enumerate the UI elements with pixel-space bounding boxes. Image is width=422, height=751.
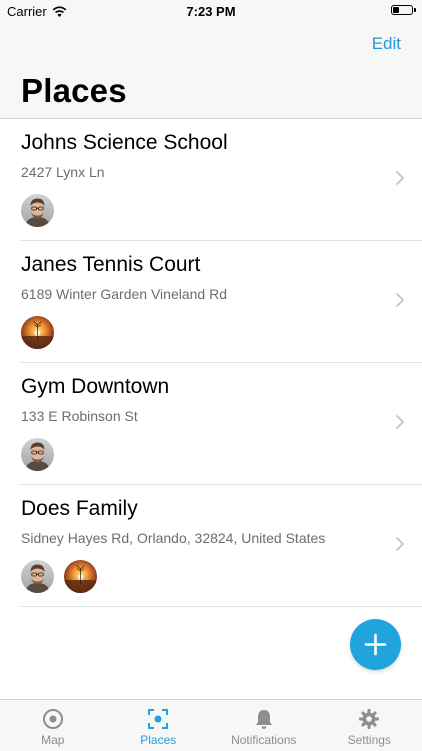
tab-map[interactable]: Map xyxy=(0,700,106,751)
status-bar: Carrier 7:23 PM xyxy=(0,0,422,22)
chevron-right-icon xyxy=(396,293,404,307)
place-name: Does Family xyxy=(21,497,138,521)
member-avatars xyxy=(21,438,54,471)
add-place-button[interactable] xyxy=(350,619,401,670)
member-avatars xyxy=(21,560,97,593)
place-row[interactable]: Does Family Sidney Hayes Rd, Orlando, 32… xyxy=(20,485,422,607)
chevron-right-icon xyxy=(396,537,404,551)
status-time: 7:23 PM xyxy=(0,4,422,19)
map-target-icon xyxy=(42,708,64,730)
avatar xyxy=(21,194,54,227)
place-address: 6189 Winter Garden Vineland Rd xyxy=(21,286,227,302)
navigation-bar: Edit Places xyxy=(0,22,422,119)
tab-places[interactable]: Places xyxy=(106,700,212,751)
place-address: 133 E Robinson St xyxy=(21,408,138,424)
tab-label: Map xyxy=(0,733,106,747)
battery-level xyxy=(393,7,399,13)
place-row[interactable]: Gym Downtown 133 E Robinson St xyxy=(20,363,422,485)
avatar xyxy=(21,316,54,349)
place-name: Gym Downtown xyxy=(21,375,169,399)
avatar xyxy=(21,560,54,593)
tab-label: Settings xyxy=(317,733,422,747)
tab-bar: Map Places Notifications xyxy=(0,699,422,751)
places-focus-icon xyxy=(147,708,169,730)
member-avatars xyxy=(21,316,54,349)
member-avatars xyxy=(21,194,54,227)
avatar xyxy=(21,438,54,471)
tab-label: Places xyxy=(106,733,212,747)
plus-icon xyxy=(363,632,388,657)
place-address: Sidney Hayes Rd, Orlando, 32824, United … xyxy=(21,530,325,546)
gear-icon xyxy=(358,708,380,730)
tab-label: Notifications xyxy=(211,733,317,747)
place-name: Johns Science School xyxy=(21,131,228,155)
tab-notifications[interactable]: Notifications xyxy=(211,700,317,751)
bell-icon xyxy=(253,708,275,730)
chevron-right-icon xyxy=(396,171,404,185)
tab-settings[interactable]: Settings xyxy=(317,700,422,751)
places-list: Johns Science School 2427 Lynx Ln Janes … xyxy=(0,119,422,607)
battery-icon xyxy=(391,5,413,15)
page-title: Places xyxy=(21,72,127,110)
place-row[interactable]: Johns Science School 2427 Lynx Ln xyxy=(20,119,422,241)
place-row[interactable]: Janes Tennis Court 6189 Winter Garden Vi… xyxy=(20,241,422,363)
edit-button[interactable]: Edit xyxy=(372,34,401,54)
chevron-right-icon xyxy=(396,415,404,429)
place-name: Janes Tennis Court xyxy=(21,253,200,277)
place-address: 2427 Lynx Ln xyxy=(21,164,105,180)
avatar xyxy=(64,560,97,593)
